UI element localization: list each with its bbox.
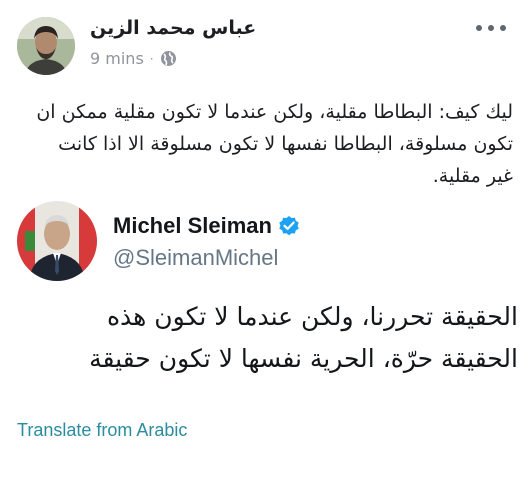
author-photo (17, 17, 75, 75)
tweet-author-name[interactable]: Michel Sleiman (113, 213, 272, 239)
tweet-author-photo (17, 201, 97, 281)
facebook-post: عباس محمد الزين 9 mins · ليك كيف: البطاط… (0, 0, 530, 479)
tweet-line: الحقيقة حرّة، الحرية نفسها لا تكون حقيقة (89, 344, 518, 373)
post-line: تكون مسلوقة، البطاطا نفسها لا تكون مسلوق… (58, 133, 513, 155)
tweet-line: الحقيقة تحررنا، ولكن عندما لا تكون هذه (106, 302, 518, 331)
post-line: غير مقلية. (432, 165, 513, 187)
post-author-name[interactable]: عباس محمد الزين (90, 17, 256, 39)
author-avatar[interactable] (17, 17, 75, 75)
post-time[interactable]: 9 mins (90, 49, 144, 68)
post-meta: 9 mins · (90, 49, 177, 68)
tweet-handle[interactable]: @SleimanMichel (113, 245, 278, 271)
tweet-author[interactable]: Michel Sleiman (113, 213, 300, 239)
meta-separator: · (149, 51, 154, 66)
tweet-body: الحقيقة تحررنا، ولكن عندما لا تكون هذه ا… (8, 296, 518, 380)
post-body: ليك كيف: البطاطا مقلية، ولكن عندما لا تك… (13, 96, 513, 192)
globe-icon[interactable] (160, 50, 177, 67)
post-line: ليك كيف: البطاطا مقلية، ولكن عندما لا تك… (36, 101, 513, 123)
tweet-avatar[interactable] (17, 201, 97, 281)
translate-link[interactable]: Translate from Arabic (17, 420, 187, 441)
verified-badge-icon (279, 216, 299, 236)
more-dots-icon[interactable] (476, 18, 506, 38)
